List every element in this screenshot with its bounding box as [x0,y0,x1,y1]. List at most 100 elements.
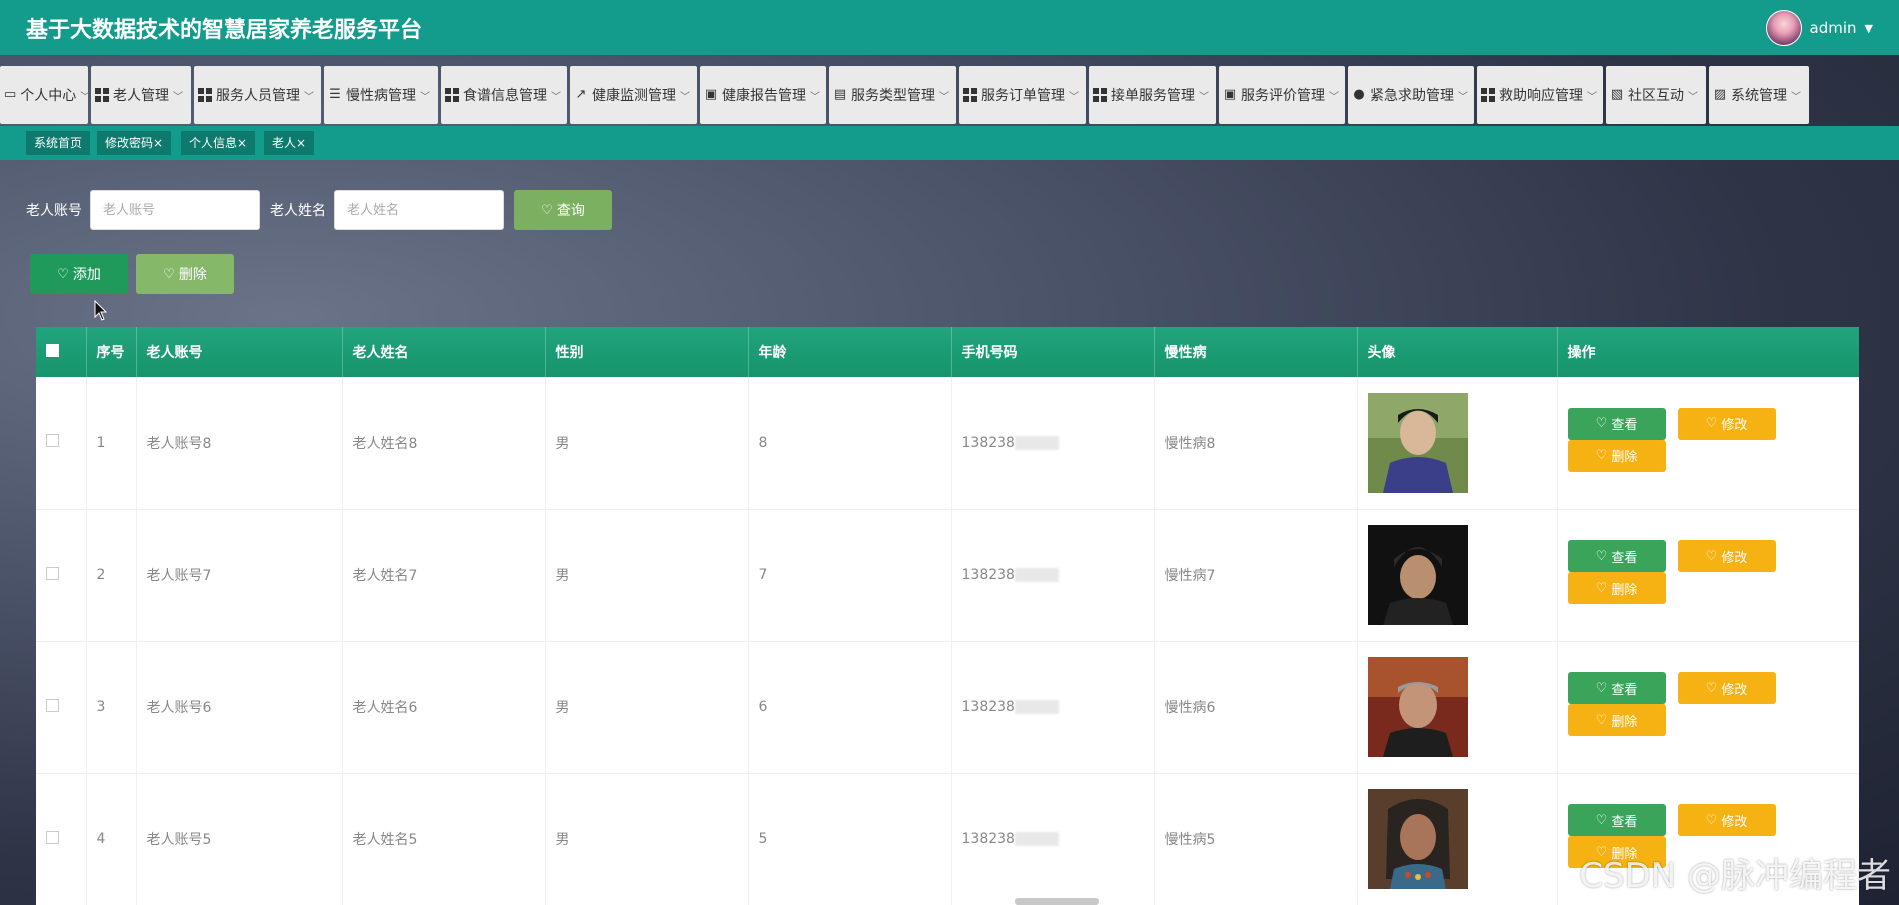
account-input[interactable] [90,190,260,230]
horizontal-scrollbar[interactable] [1015,898,1099,905]
cell-phone: 138238 [951,773,1155,905]
view-button[interactable]: ♡ 查看 [1567,804,1666,836]
row-checkbox[interactable] [46,698,59,712]
row-checkbox[interactable] [46,566,59,580]
nav-item-recipe[interactable]: 食谱信息管理 ﹀ [441,66,567,124]
column-header[interactable]: 手机号码 [951,327,1155,377]
chevron-down-icon: ﹀ [680,91,690,103]
cell-index: 1 [86,377,137,509]
username[interactable]: admin [1810,19,1857,37]
elder-table: 序号 老人账号 老人姓名 性别 年龄 手机号码 慢性病 头像 操作 1 老人账号… [36,327,1859,905]
cell-account: 老人账号7 [136,509,343,641]
cell-index: 3 [86,641,137,773]
column-header[interactable]: 年龄 [748,327,952,377]
avatar[interactable] [1765,10,1802,46]
column-header[interactable]: 慢性病 [1154,327,1358,377]
remove-button[interactable]: ♡ 删除 [1567,439,1666,472]
remove-button[interactable]: ♡ 删除 [1567,572,1666,604]
nav-item-accept-service[interactable]: 接单服务管理 ﹀ [1089,66,1216,124]
nav-label: 社区互动 [1628,88,1684,104]
heart-icon: ♡ [57,266,69,282]
cell-age: 6 [748,641,952,773]
chevron-down-icon: ﹀ [173,91,183,103]
query-button[interactable]: ♡ 查询 [514,190,612,230]
nav-item-staff[interactable]: 服务人员管理 ﹀ [194,66,321,124]
view-button[interactable]: ♡ 查看 [1567,672,1666,704]
nav-item-health-report[interactable]: ▣ 健康报告管理 ﹀ [700,66,826,124]
edit-button[interactable]: ♡ 修改 [1677,407,1776,440]
chevron-down-icon: ﹀ [1329,91,1339,103]
column-header[interactable]: 老人账号 [136,327,343,377]
nav-label: 老人管理 [113,88,169,104]
view-button[interactable]: ♡ 查看 [1567,407,1666,440]
chevron-down-icon: ﹀ [1199,91,1209,103]
nav-item-emergency[interactable]: ● 紧急求助管理 ﹀ [1348,66,1474,124]
tab-elder[interactable]: 老人× [264,131,315,155]
tab-bar: 系统首页 修改密码× 个人信息× 老人× [0,126,1899,160]
caret-down-icon[interactable]: ▼ [1865,22,1873,35]
column-header[interactable]: 序号 [86,327,137,377]
add-button[interactable]: ♡ 添加 [30,254,128,294]
view-label: 查看 [1611,814,1638,830]
blurred-digits [1014,568,1059,582]
view-button[interactable]: ♡ 查看 [1567,540,1666,572]
heart-icon: ♡ [1595,416,1608,432]
edit-label: 修改 [1721,814,1748,830]
phone-text: 138238 [961,699,1015,715]
row-checkbox[interactable] [46,830,59,844]
chevron-down-icon: ﹀ [810,91,820,103]
nav-item-health-monitor[interactable]: ↗ 健康监测管理 ﹀ [570,66,697,124]
cell-disease: 慢性病7 [1154,509,1358,641]
portrait-image[interactable] [1367,392,1468,493]
cell-disease: 慢性病5 [1154,773,1358,905]
select-all-cell[interactable] [36,327,87,377]
portrait-image[interactable] [1367,789,1468,889]
heart-icon: ♡ [1595,548,1608,564]
select-all-checkbox[interactable] [46,343,59,357]
tab-home[interactable]: 系统首页 [26,131,91,155]
user-menu[interactable]: admin ▼ [1765,10,1873,46]
portrait-image[interactable] [1367,657,1468,757]
phone-text: 138238 [961,434,1015,451]
name-input[interactable] [334,190,504,230]
row-checkbox[interactable] [46,434,59,448]
cell-gender: 男 [545,377,749,509]
watermark: CSDN @脉冲编程者 [1579,856,1891,896]
edit-button[interactable]: ♡ 修改 [1677,540,1776,572]
edit-label: 修改 [1721,418,1748,434]
nav-item-service-review[interactable]: ▣ 服务评价管理 ﹀ [1219,66,1345,124]
nav-item-system[interactable]: ▨ 系统管理 ﹀ [1709,66,1809,124]
view-label: 查看 [1611,682,1638,698]
nav-item-community[interactable]: ▧ 社区互动 ﹀ [1606,66,1706,124]
portrait-image[interactable] [1367,525,1468,625]
nav-item-rescue[interactable]: 救助响应管理 ﹀ [1477,66,1603,124]
cell-phone: 138238 [951,641,1155,773]
remove-label: 删除 [1611,714,1638,730]
nav-item-elder[interactable]: 老人管理 ﹀ [91,66,191,124]
nav-label: 救助响应管理 [1499,88,1583,104]
chart-icon: ↗ [575,87,587,102]
nav-label: 健康监测管理 [592,88,676,104]
grid-icon [963,88,977,102]
nav-label: 紧急求助管理 [1370,88,1454,104]
column-header[interactable]: 性别 [545,327,749,377]
cell-actions: ♡ 查看 ♡ 修改 ♡ 删除 [1557,509,1859,641]
clipboard-x-icon: ▧ [1610,87,1624,102]
column-header[interactable]: 头像 [1357,327,1558,377]
delete-button[interactable]: ♡ 删除 [136,254,234,294]
nav-item-personal-center[interactable]: ▭ 个人中心 ﹀ [0,66,90,124]
remove-button[interactable]: ♡ 删除 [1567,704,1666,736]
column-header[interactable]: 老人姓名 [342,327,546,377]
nav-item-chronic[interactable]: ☰ 慢性病管理 ﹀ [324,66,438,124]
nav-item-service-type[interactable]: ▤ 服务类型管理 ﹀ [829,66,956,124]
nav-label: 服务评价管理 [1241,88,1325,104]
edit-button[interactable]: ♡ 修改 [1677,672,1776,704]
edit-label: 修改 [1721,682,1748,698]
person-icon: ● [1353,87,1365,102]
edit-button[interactable]: ♡ 修改 [1677,804,1776,836]
tab-change-password[interactable]: 修改密码× [97,131,172,155]
tab-personal-info[interactable]: 个人信息× [181,131,256,155]
column-header[interactable]: 操作 [1557,327,1859,377]
search-form: 老人账号 老人姓名 ♡ 查询 [26,190,612,230]
nav-item-service-order[interactable]: 服务订单管理 ﹀ [959,66,1086,124]
